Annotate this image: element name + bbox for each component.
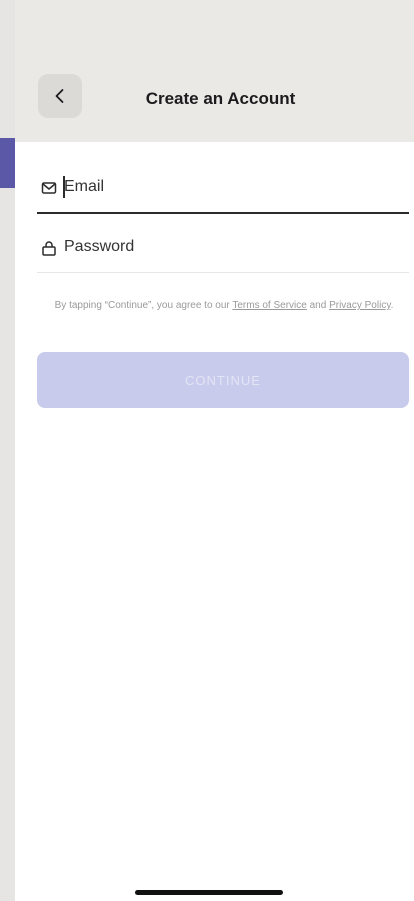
background-app-accent — [0, 138, 15, 188]
terms-text: By tapping “Continue”, you agree to our … — [35, 298, 413, 314]
terms-prefix: By tapping “Continue”, you agree to our — [54, 300, 233, 311]
header: Create an Account — [15, 0, 414, 142]
mail-icon — [41, 182, 57, 194]
terms-of-service-link[interactable]: Terms of Service — [232, 300, 306, 311]
continue-button[interactable]: CONTINUE — [37, 352, 409, 408]
lock-icon — [42, 241, 56, 256]
create-account-sheet: Create an Account Email Password By tapp… — [15, 0, 414, 901]
background-app-strip — [0, 0, 15, 901]
page-title: Create an Account — [145, 89, 296, 108]
password-field[interactable]: Password — [37, 228, 409, 273]
privacy-policy-link[interactable]: Privacy Policy — [329, 300, 391, 311]
home-indicator — [135, 890, 283, 895]
terms-middle: and — [306, 300, 330, 311]
terms-suffix: . — [390, 300, 394, 311]
email-field[interactable]: Email — [37, 168, 409, 214]
password-placeholder: Password — [64, 238, 135, 255]
email-placeholder: Email — [64, 178, 105, 195]
